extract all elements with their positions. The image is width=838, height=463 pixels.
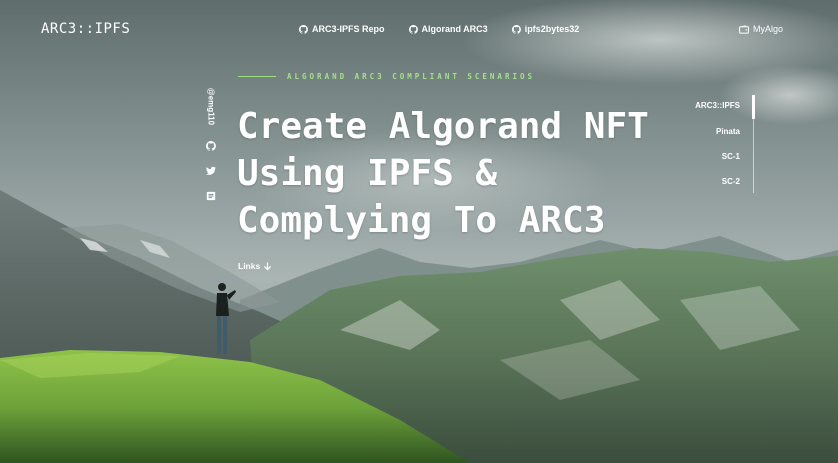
author-handle[interactable]: @emg110 bbox=[207, 85, 216, 129]
section-nav-sc-2[interactable]: SC-2 bbox=[722, 177, 740, 186]
nav-link-algorand-arc3[interactable]: Algorand ARC3 bbox=[408, 24, 488, 34]
nav-link-label: ARC3-IPFS Repo bbox=[312, 24, 385, 34]
eyebrow-text: ALGORAND ARC3 COMPLIANT SCENARIOS bbox=[287, 72, 536, 81]
top-navigation: ARC3-IPFS Repo Algorand ARC3 ipfs2bytes3… bbox=[299, 24, 603, 34]
wallet-icon bbox=[739, 24, 749, 34]
site-logo[interactable]: ARC3::IPFS bbox=[41, 21, 130, 37]
github-icon bbox=[408, 24, 418, 34]
headline-line: Complying To ARC3 bbox=[237, 200, 606, 241]
arrow-down-icon bbox=[264, 262, 272, 271]
github-icon[interactable] bbox=[206, 141, 216, 151]
links-label: Links bbox=[238, 261, 261, 271]
myalgo-wallet-button[interactable]: MyAlgo bbox=[739, 24, 783, 34]
nav-link-arc3-ipfs-repo[interactable]: ARC3-IPFS Repo bbox=[299, 24, 385, 34]
hero-headline: Create Algorand NFT Using IPFS & Complyi… bbox=[237, 103, 677, 244]
hero-eyebrow: ALGORAND ARC3 COMPLIANT SCENARIOS bbox=[238, 72, 535, 81]
nav-link-label: ipfs2bytes32 bbox=[524, 24, 580, 34]
section-nav-active-indicator bbox=[752, 95, 755, 119]
twitter-icon[interactable] bbox=[206, 166, 216, 176]
eyebrow-rule bbox=[238, 76, 276, 77]
headline-line: Using IPFS & bbox=[237, 153, 498, 194]
github-icon bbox=[511, 24, 521, 34]
hiker-figure bbox=[216, 283, 236, 354]
nav-link-ipfs2bytes32[interactable]: ipfs2bytes32 bbox=[511, 24, 580, 34]
myalgo-label: MyAlgo bbox=[753, 24, 784, 34]
links-scroll-button[interactable]: Links bbox=[238, 261, 272, 271]
section-nav-sc-1[interactable]: SC-1 bbox=[722, 152, 740, 161]
headline-line: Create Algorand NFT bbox=[237, 106, 649, 147]
section-nav-pinata[interactable]: Pinata bbox=[716, 127, 740, 136]
section-nav-arc3-ipfs[interactable]: ARC3::IPFS bbox=[695, 101, 740, 110]
github-icon bbox=[299, 24, 308, 34]
nav-link-label: Algorand ARC3 bbox=[421, 24, 488, 34]
document-icon[interactable] bbox=[206, 191, 216, 201]
